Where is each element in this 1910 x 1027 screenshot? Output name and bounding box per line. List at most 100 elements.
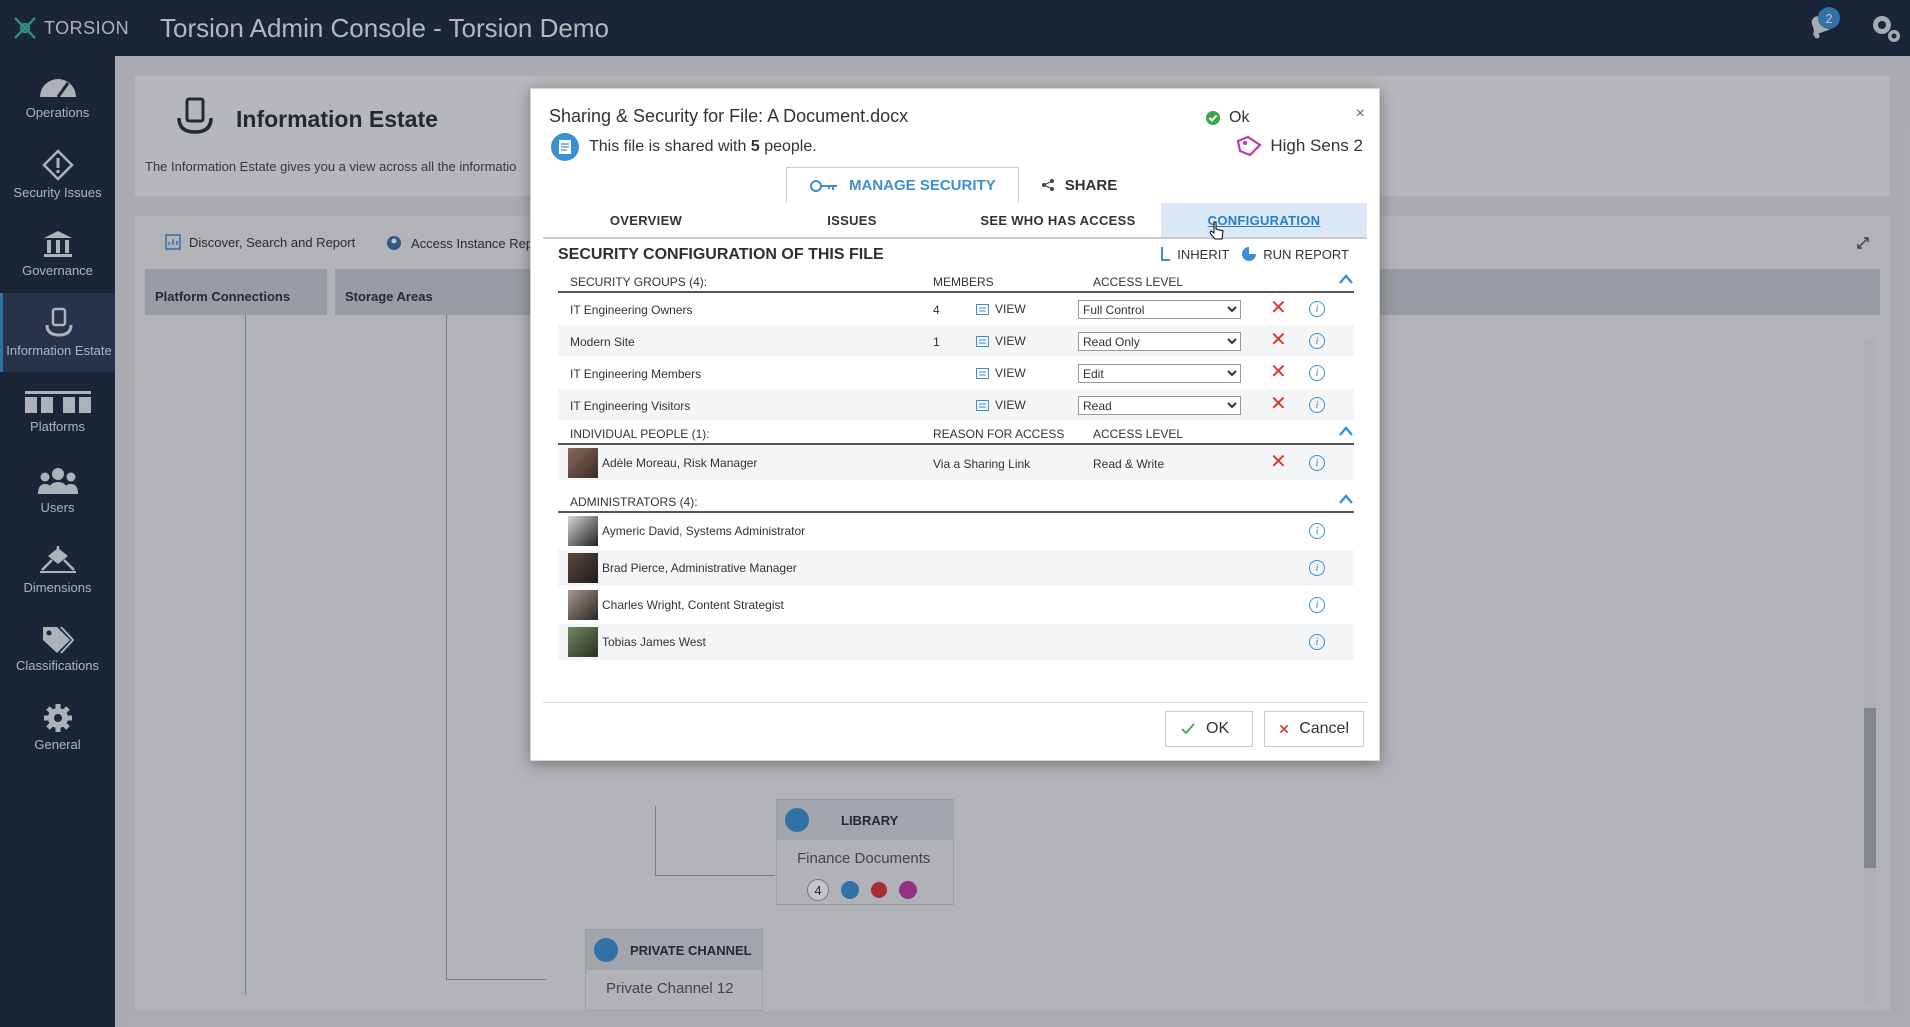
section-title: ADMINISTRATORS (4): <box>570 495 698 509</box>
remove-icon[interactable]: ✕ <box>1270 330 1287 350</box>
status-text: Ok <box>1229 109 1250 126</box>
table-row: IT Engineering Owners 4 VIEW Full Contro… <box>558 293 1354 325</box>
check-circle-icon <box>1206 111 1220 125</box>
cancel-label: Cancel <box>1299 720 1349 737</box>
avatar <box>568 516 598 546</box>
tab-share[interactable]: SHARE <box>1019 167 1140 203</box>
tab-overview[interactable]: OVERVIEW <box>543 203 749 237</box>
table-row: Adèle Moreau, Risk Manager Via a Sharing… <box>558 445 1354 481</box>
tab-manage-security[interactable]: MANAGE SECURITY <box>786 167 1019 203</box>
share-icon <box>1041 179 1054 191</box>
cancel-button[interactable]: Cancel <box>1264 711 1364 747</box>
info-icon[interactable]: i <box>1309 301 1325 317</box>
info-icon[interactable]: i <box>1309 634 1325 650</box>
info-icon[interactable]: i <box>1309 560 1325 576</box>
view-members-button[interactable]: VIEW <box>976 366 1026 380</box>
document-icon <box>551 133 579 161</box>
remove-icon[interactable]: ✕ <box>1270 394 1287 414</box>
security-table: SECURITY GROUPS (4): MEMBERS ACCESS LEVE… <box>558 271 1354 661</box>
sub-tabs: OVERVIEW ISSUES SEE WHO HAS ACCESS CONFI… <box>543 203 1367 239</box>
table-row: Aymeric David, Systems Administrator i <box>558 513 1354 550</box>
table-row: IT Engineering Visitors VIEW Read ✕ i <box>558 389 1354 421</box>
member-count: 4 <box>933 303 940 317</box>
sensitivity-label: High Sens 2 <box>1236 135 1363 157</box>
view-members-button[interactable]: VIEW <box>976 398 1026 412</box>
inherit-label: INHERIT <box>1177 246 1230 262</box>
ok-button[interactable]: OK <box>1165 711 1253 747</box>
list-icon <box>976 367 989 379</box>
section-title: INDIVIDUAL PEOPLE (1): <box>570 427 710 441</box>
avatar <box>568 448 598 478</box>
member-count: 1 <box>933 335 940 349</box>
tab-see-who-has-access[interactable]: SEE WHO HAS ACCESS <box>955 203 1161 237</box>
dialog-title: Sharing & Security for File: A Document.… <box>549 106 909 126</box>
key-icon <box>810 179 837 192</box>
info-icon[interactable]: i <box>1309 365 1325 381</box>
status-indicator: Ok <box>1205 109 1249 127</box>
close-x-icon <box>1279 724 1289 734</box>
remove-icon[interactable]: ✕ <box>1270 452 1287 472</box>
admin-name: Aymeric David, Systems Administrator <box>602 524 806 538</box>
group-name: IT Engineering Owners <box>570 303 693 317</box>
group-name: IT Engineering Members <box>570 367 702 381</box>
sensitivity-text: High Sens 2 <box>1270 136 1363 155</box>
table-row: Modern Site 1 VIEW Read Only ✕ i <box>558 325 1354 357</box>
main-tabs: MANAGE SECURITY SHARE <box>786 167 1139 203</box>
shared-suffix: people. <box>759 138 817 155</box>
config-title: SECURITY CONFIGURATION OF THIS FILE <box>558 246 884 263</box>
info-icon[interactable]: i <box>1309 333 1325 349</box>
remove-icon[interactable]: ✕ <box>1270 362 1287 382</box>
view-members-button[interactable]: VIEW <box>976 302 1026 316</box>
access-level: Read & Write <box>1093 457 1165 471</box>
section-header-individual-people: INDIVIDUAL PEOPLE (1): REASON FOR ACCESS… <box>558 423 1354 445</box>
info-icon[interactable]: i <box>1309 455 1325 471</box>
table-row: Brad Pierce, Administrative Manager i <box>558 550 1354 587</box>
config-actions: INHERIT RUN REPORT <box>1159 246 1349 262</box>
members-column-header: MEMBERS <box>933 275 994 289</box>
ok-label: OK <box>1206 720 1230 737</box>
table-row: Tobias James West i <box>558 624 1354 661</box>
section-header-administrators: ADMINISTRATORS (4): <box>558 491 1354 513</box>
avatar <box>568 590 598 620</box>
remove-icon[interactable]: ✕ <box>1270 298 1287 318</box>
shared-count: 5 <box>750 138 760 155</box>
view-members-button[interactable]: VIEW <box>976 334 1026 348</box>
access-level-select[interactable]: Edit <box>1078 364 1241 383</box>
shared-prefix: This file is shared with <box>589 138 751 155</box>
group-name: Modern Site <box>570 335 635 349</box>
avatar <box>568 627 598 657</box>
chevron-up-icon[interactable] <box>1338 493 1354 505</box>
info-icon[interactable]: i <box>1309 523 1325 539</box>
chevron-up-icon[interactable] <box>1338 425 1354 437</box>
inherit-button[interactable]: INHERIT <box>1159 246 1229 262</box>
person-name: Adèle Moreau, Risk Manager <box>602 456 758 470</box>
tab-configuration[interactable]: CONFIGURATION <box>1161 203 1367 237</box>
access-level-select[interactable]: Full Control <box>1078 300 1241 319</box>
info-icon[interactable]: i <box>1309 597 1325 613</box>
chevron-up-icon[interactable] <box>1338 273 1354 285</box>
check-icon <box>1181 723 1195 735</box>
info-icon[interactable]: i <box>1309 397 1325 413</box>
access-level-select[interactable]: Read Only <box>1078 332 1241 351</box>
list-icon <box>976 303 989 315</box>
access-level-column-header: ACCESS LEVEL <box>1093 275 1184 289</box>
admin-name: Brad Pierce, Administrative Manager <box>602 561 797 575</box>
list-icon <box>976 335 989 347</box>
admin-name: Tobias James West <box>602 635 706 649</box>
shared-summary: This file is shared with 5 people. <box>551 133 817 161</box>
pie-chart-icon <box>1242 247 1257 261</box>
sensitivity-tag-icon <box>1237 135 1263 157</box>
tab-issues[interactable]: ISSUES <box>749 203 955 237</box>
table-row: Charles Wright, Content Strategist i <box>558 587 1354 624</box>
list-icon <box>976 399 989 411</box>
section-header-security-groups: SECURITY GROUPS (4): MEMBERS ACCESS LEVE… <box>558 271 1354 293</box>
close-icon[interactable]: × <box>1356 105 1365 123</box>
run-report-label: RUN REPORT <box>1263 246 1349 262</box>
group-name: IT Engineering Visitors <box>570 399 691 413</box>
footer-divider <box>543 702 1367 703</box>
admin-name: Charles Wright, Content Strategist <box>602 598 784 612</box>
run-report-button[interactable]: RUN REPORT <box>1241 246 1349 262</box>
access-level-select[interactable]: Read <box>1078 396 1241 415</box>
access-reason: Via a Sharing Link <box>933 457 1031 471</box>
view-label: VIEW <box>995 302 1026 316</box>
